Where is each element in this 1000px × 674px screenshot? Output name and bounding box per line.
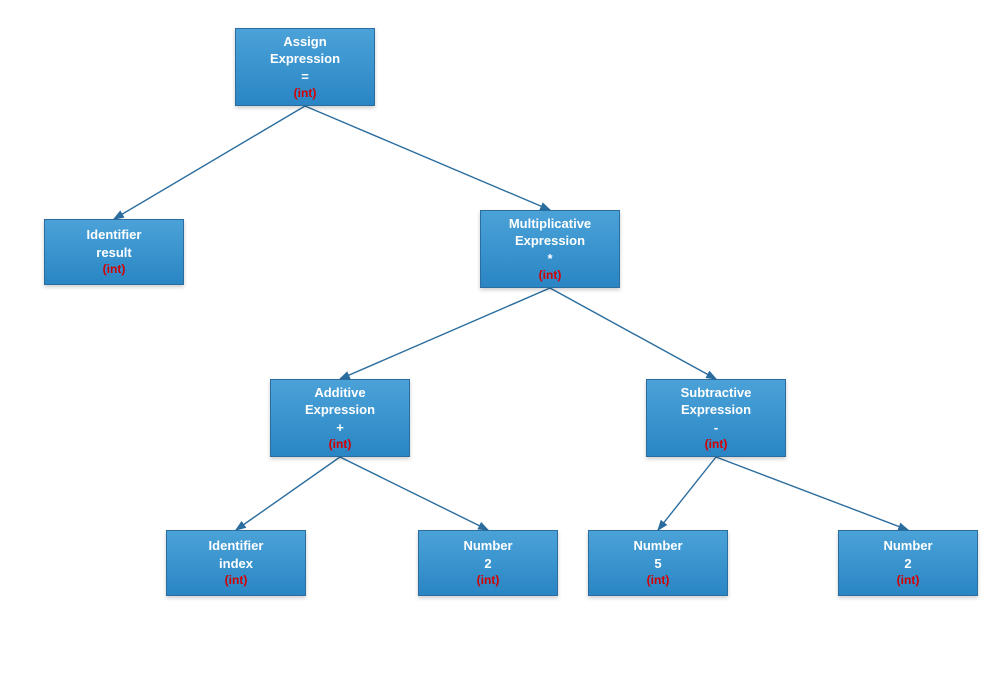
node-identifier-index: Identifier index (int) [166,530,306,596]
node-label: index [219,555,253,573]
node-label: Expression [305,401,375,419]
node-type: (int) [539,267,562,283]
node-type: (int) [897,572,920,588]
node-type: (int) [103,261,126,277]
node-label: Multiplicative [509,215,591,233]
node-number-a: Number 2 (int) [418,530,558,596]
edge-line [340,288,550,379]
node-operator: * [547,250,552,268]
node-label: Number [883,537,932,555]
node-label: 2 [484,555,491,573]
node-label: Additive [314,384,365,402]
node-label: 2 [904,555,911,573]
node-operator: = [301,68,309,86]
node-label: result [96,244,131,262]
node-label: Expression [270,50,340,68]
edge-line [305,106,550,210]
node-type: (int) [477,572,500,588]
node-operator: - [714,419,718,437]
node-label: Identifier [209,537,264,555]
node-label: Number [633,537,682,555]
node-label: Identifier [87,226,142,244]
node-multiplicative-expression: Multiplicative Expression * (int) [480,210,620,288]
node-number-c: Number 2 (int) [838,530,978,596]
node-type: (int) [647,572,670,588]
edge-line [658,457,716,530]
node-label: 5 [654,555,661,573]
node-number-b: Number 5 (int) [588,530,728,596]
node-subtractive-expression: Subtractive Expression - (int) [646,379,786,457]
node-label: Expression [515,232,585,250]
edge-line [340,457,488,530]
node-identifier-result: Identifier result (int) [44,219,184,285]
node-type: (int) [225,572,248,588]
node-label: Subtractive [681,384,752,402]
node-label: Expression [681,401,751,419]
edge-line [236,457,340,530]
edge-line [550,288,716,379]
node-label: Assign [283,33,326,51]
node-type: (int) [329,436,352,452]
node-label: Number [463,537,512,555]
node-assign-expression: Assign Expression = (int) [235,28,375,106]
edge-line [114,106,305,219]
node-type: (int) [294,85,317,101]
edge-line [716,457,908,530]
node-additive-expression: Additive Expression + (int) [270,379,410,457]
node-operator: + [336,419,344,437]
node-type: (int) [705,436,728,452]
